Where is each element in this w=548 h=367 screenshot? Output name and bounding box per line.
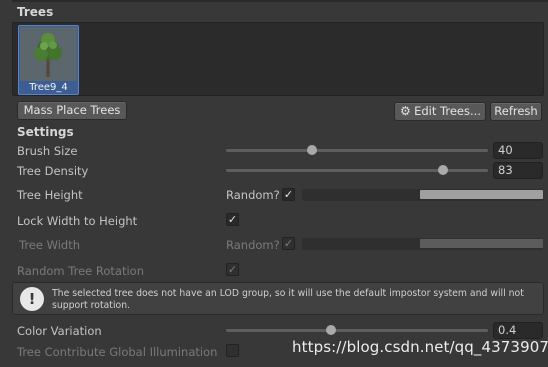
random-rotation-label: Random Tree Rotation xyxy=(17,264,144,278)
lock-width-label: Lock Width to Height xyxy=(17,214,138,228)
tree-width-random-checkbox: ✓ xyxy=(282,237,295,250)
edit-trees-label: Edit Trees... xyxy=(414,104,481,118)
tree-width-label: Tree Width xyxy=(19,238,81,252)
tree-list-panel xyxy=(12,22,544,96)
lod-info-message: The selected tree does not have an LOD g… xyxy=(52,288,524,311)
color-variation-slider[interactable] xyxy=(226,329,488,332)
color-variation-label: Color Variation xyxy=(17,324,102,338)
checkmark-icon: ✓ xyxy=(227,213,238,226)
tree-density-label: Tree Density xyxy=(17,164,89,178)
tree-height-label: Tree Height xyxy=(17,188,83,202)
tree-width-range-slider xyxy=(302,238,543,250)
trees-header: Trees xyxy=(17,5,54,19)
brush-size-field[interactable]: 40 xyxy=(493,142,543,159)
random-rotation-checkbox: ✓ xyxy=(226,263,239,276)
refresh-button[interactable]: Refresh xyxy=(490,102,542,121)
info-icon: ! xyxy=(20,287,44,311)
tree-thumbnail xyxy=(20,27,77,81)
settings-header: Settings xyxy=(17,125,74,139)
global-illumination-checkbox xyxy=(226,344,239,357)
checkmark-icon: ✓ xyxy=(283,237,294,250)
tree-height-range-slider[interactable] xyxy=(302,189,543,201)
tree-preview-icon xyxy=(20,27,77,81)
edit-trees-button[interactable]: ⚙ Edit Trees... xyxy=(394,102,486,121)
tree-density-slider-handle[interactable] xyxy=(438,165,449,175)
tree-item-label: Tree9_4 xyxy=(29,82,68,93)
brush-size-slider-handle[interactable] xyxy=(307,145,318,155)
mass-place-trees-button[interactable]: Mass Place Trees xyxy=(17,101,127,120)
gear-icon: ⚙ xyxy=(400,104,411,118)
tree-width-random-label: Random? xyxy=(226,238,280,252)
checkmark-icon: ✓ xyxy=(227,263,238,276)
tree-height-random-checkbox[interactable]: ✓ xyxy=(282,188,295,201)
tree-width-range-fill xyxy=(420,239,543,248)
tree-height-random-label: Random? xyxy=(226,188,280,202)
tree-density-slider[interactable] xyxy=(226,169,488,172)
checkmark-icon: ✓ xyxy=(283,188,294,201)
top-divider xyxy=(12,0,548,2)
tree-density-field[interactable]: 83 xyxy=(493,162,543,179)
lock-width-checkbox[interactable]: ✓ xyxy=(226,213,239,226)
brush-size-slider[interactable] xyxy=(226,149,488,152)
global-illumination-label: Tree Contribute Global Illumination xyxy=(17,345,218,359)
brush-size-label: Brush Size xyxy=(17,144,78,158)
color-variation-field[interactable]: 0.4 xyxy=(493,322,543,339)
watermark-text: https://blog.csdn.net/qq_43739079 xyxy=(292,338,548,356)
tree-height-range-fill[interactable] xyxy=(420,190,543,199)
color-variation-slider-handle[interactable] xyxy=(325,325,336,335)
